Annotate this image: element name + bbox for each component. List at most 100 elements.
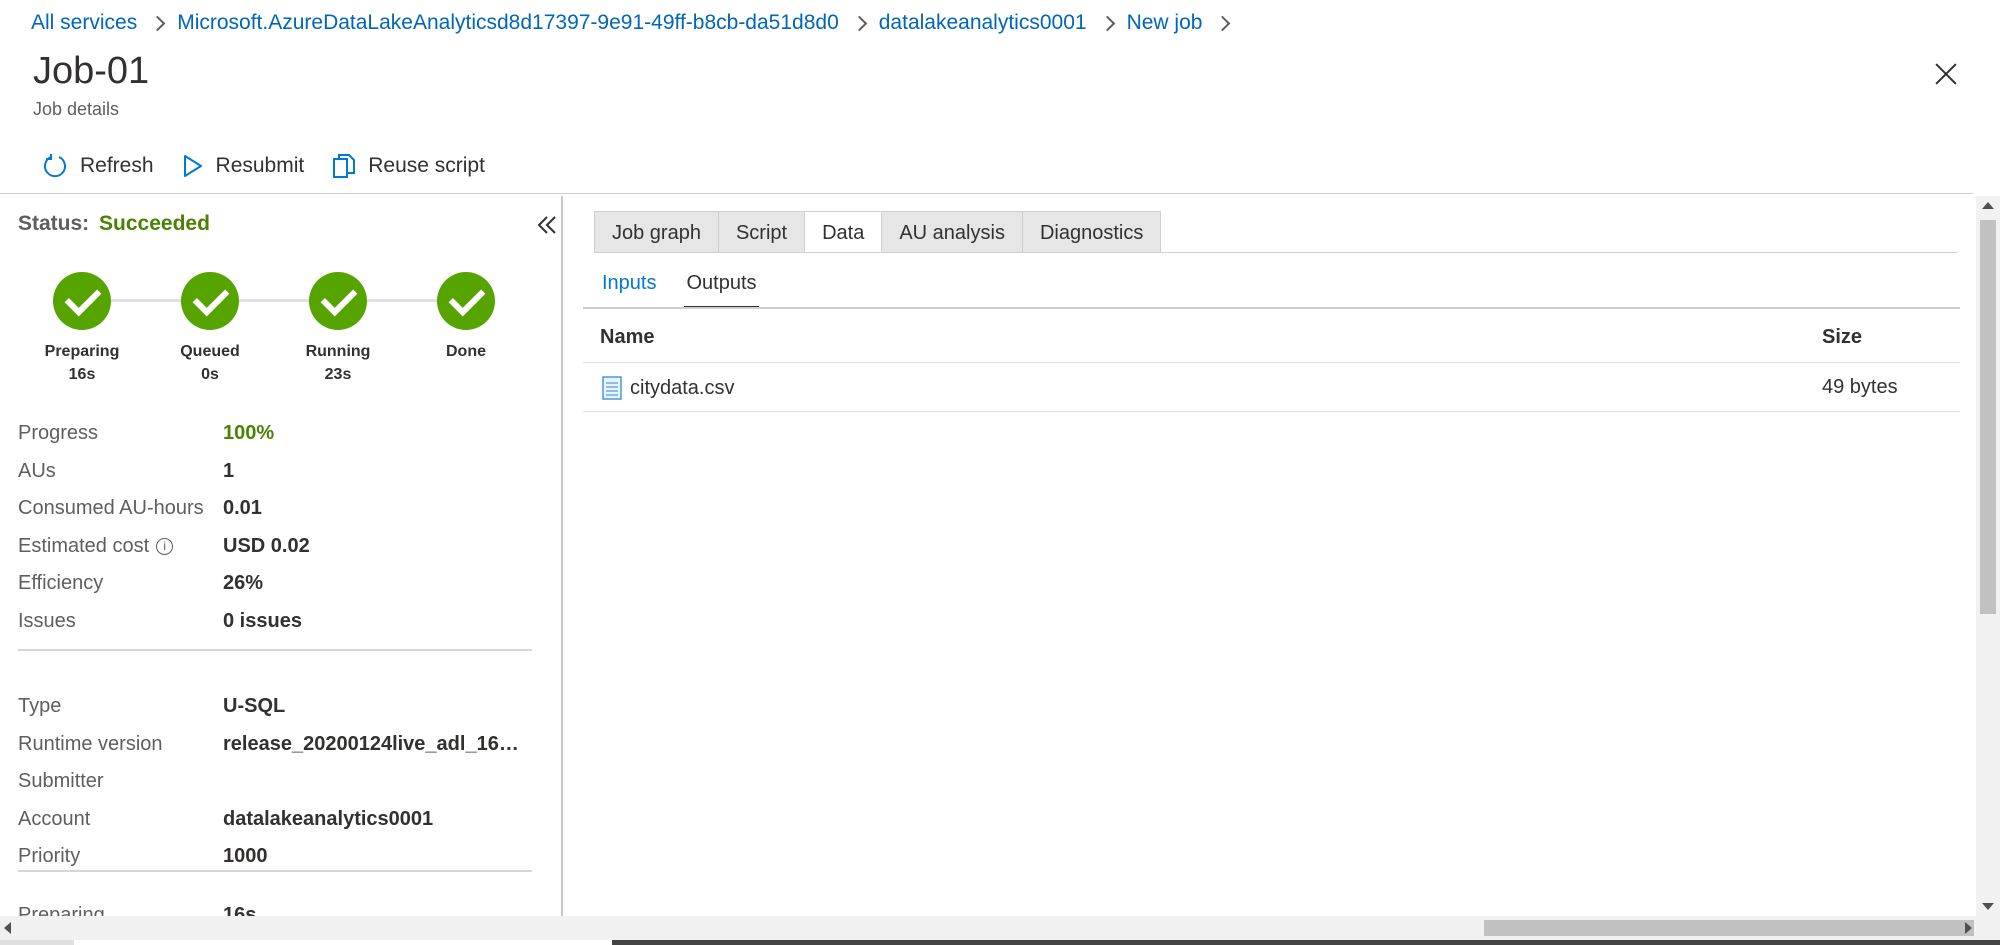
breadcrumb: All services Microsoft.AzureDataLakeAnal… [31, 10, 1242, 36]
scroll-down-icon[interactable] [1982, 903, 1994, 910]
prop-key: Consumed AU-hours [18, 497, 204, 520]
tab-au-analysis[interactable]: AU analysis [881, 211, 1022, 253]
collapse-panel-icon[interactable] [534, 212, 560, 238]
step-name: Preparing [44, 343, 120, 360]
prop-submitter: Submitter [18, 763, 538, 801]
tab-script[interactable]: Script [717, 211, 805, 253]
data-subtabs: Inputs Outputs [600, 264, 785, 309]
scroll-right-icon[interactable] [1965, 922, 1972, 934]
column-header-size[interactable]: Size [1822, 326, 1862, 349]
panel-divider[interactable] [561, 196, 563, 916]
prop-value: 0.01 [223, 497, 262, 520]
step-running: Running 23s [278, 272, 398, 386]
breadcrumb-all-services[interactable]: All services [31, 11, 137, 35]
breadcrumb-resource-group[interactable]: Microsoft.AzureDataLakeAnalyticsd8d17397… [177, 11, 839, 35]
job-progress-steps: Preparing 16s Queued 0s Running 23s Done [0, 272, 562, 383]
prop-issues: Issues 0 issues [18, 603, 538, 641]
prop-value: 16s [223, 904, 257, 916]
prop-value: 1 [223, 459, 235, 482]
step-name: Running [305, 343, 371, 360]
play-icon [183, 155, 202, 177]
subtabs-divider [583, 307, 1960, 309]
toolbar-divider [0, 193, 1973, 194]
prop-key: Runtime version [18, 732, 163, 755]
output-file-cell[interactable]: citydata.csv [602, 376, 734, 400]
prop-value: 100% [223, 422, 275, 445]
prop-key: Type [18, 695, 62, 718]
prop-key: Priority [18, 845, 81, 868]
tab-data[interactable]: Data [804, 211, 882, 253]
prop-key: Account [18, 807, 91, 830]
refresh-icon [44, 154, 66, 178]
breadcrumb-account[interactable]: datalakeanalytics0001 [879, 11, 1087, 35]
prop-value: USD 0.02 [223, 534, 310, 557]
breadcrumb-new-job[interactable]: New job [1127, 11, 1203, 35]
vertical-scrollbar[interactable] [1976, 196, 2000, 916]
prop-runtime-version: Runtime version release_20200124live_adl… [18, 726, 538, 764]
page-subtitle: Job details [33, 99, 120, 119]
copy-icon [333, 154, 356, 178]
horizontal-scroll-thumb[interactable] [1484, 920, 1974, 936]
check-circle-icon [437, 272, 495, 330]
chevron-right-icon [151, 10, 163, 36]
page-title: Job-01 [33, 50, 150, 92]
section-divider [18, 649, 532, 651]
prop-estimated-cost: Estimated cost i USD 0.02 [18, 528, 538, 566]
tab-diagnostics[interactable]: Diagnostics [1021, 211, 1162, 253]
prop-key-text: Estimated cost [18, 534, 150, 557]
chevron-right-icon [853, 10, 865, 36]
subtab-outputs[interactable]: Outputs [684, 264, 759, 309]
scrollbar-corner [1976, 916, 2000, 940]
horizontal-scrollbar[interactable] [0, 916, 1976, 940]
job-status: Status: Succeeded [18, 212, 210, 236]
prop-key: Submitter [18, 770, 104, 793]
prop-value: datalakeanalytics0001 [223, 807, 434, 830]
scroll-up-icon[interactable] [1982, 202, 1994, 209]
prop-key: Efficiency [18, 572, 104, 595]
step-preparing: Preparing 16s [22, 272, 142, 386]
chevron-right-icon [1101, 10, 1113, 36]
file-icon [602, 376, 622, 400]
tab-job-graph[interactable]: Job graph [594, 211, 718, 253]
close-icon[interactable] [1932, 60, 1960, 88]
step-time: 23s [324, 366, 352, 383]
toolbar: Refresh Resubmit Reuse script [42, 150, 513, 182]
reuse-script-button[interactable]: Reuse script [332, 153, 485, 179]
resubmit-button[interactable]: Resubmit [182, 153, 305, 179]
prop-value: U-SQL [223, 695, 286, 718]
table-row[interactable]: citydata.csv 49 bytes [600, 364, 1960, 411]
prop-key: Progress [18, 422, 99, 445]
check-circle-icon [181, 272, 239, 330]
step-name: Done [446, 343, 486, 360]
status-label: Status: [18, 212, 90, 235]
prop-account: Account datalakeanalytics0001 [18, 801, 538, 839]
step-name: Queued [180, 343, 240, 360]
refresh-label: Refresh [80, 154, 154, 177]
step-queued: Queued 0s [150, 272, 270, 386]
prop-key: Preparing [18, 904, 105, 916]
refresh-button[interactable]: Refresh [42, 153, 154, 179]
prop-au-hours: Consumed AU-hours 0.01 [18, 490, 538, 528]
step-time: 16s [68, 366, 96, 383]
prop-efficiency: Efficiency 26% [18, 565, 538, 603]
vertical-scroll-thumb[interactable] [1980, 220, 1996, 614]
prop-key: Issues [18, 609, 76, 632]
prop-value: 26% [223, 572, 264, 595]
job-timing-properties: Preparing 16s [18, 897, 538, 916]
window-bottom-edge [0, 940, 2000, 945]
chevron-right-icon [1216, 10, 1228, 36]
scroll-left-icon[interactable] [4, 922, 11, 934]
job-summary-properties: Progress 100% AUs 1 Consumed AU-hours 0.… [18, 415, 538, 640]
table-header: Name Size [600, 322, 1960, 362]
subtab-inputs[interactable]: Inputs [600, 264, 658, 309]
prop-aus: AUs 1 [18, 453, 538, 491]
file-name: citydata.csv [630, 376, 735, 399]
prop-value: 0 issues [223, 609, 302, 632]
prop-key: AUs [18, 459, 56, 482]
check-circle-icon [53, 272, 111, 330]
job-detail-properties: Type U-SQL Runtime version release_20200… [18, 688, 538, 876]
info-icon[interactable]: i [156, 537, 174, 555]
column-header-name[interactable]: Name [600, 326, 654, 349]
resubmit-label: Resubmit [215, 154, 305, 177]
section-divider [18, 870, 532, 872]
